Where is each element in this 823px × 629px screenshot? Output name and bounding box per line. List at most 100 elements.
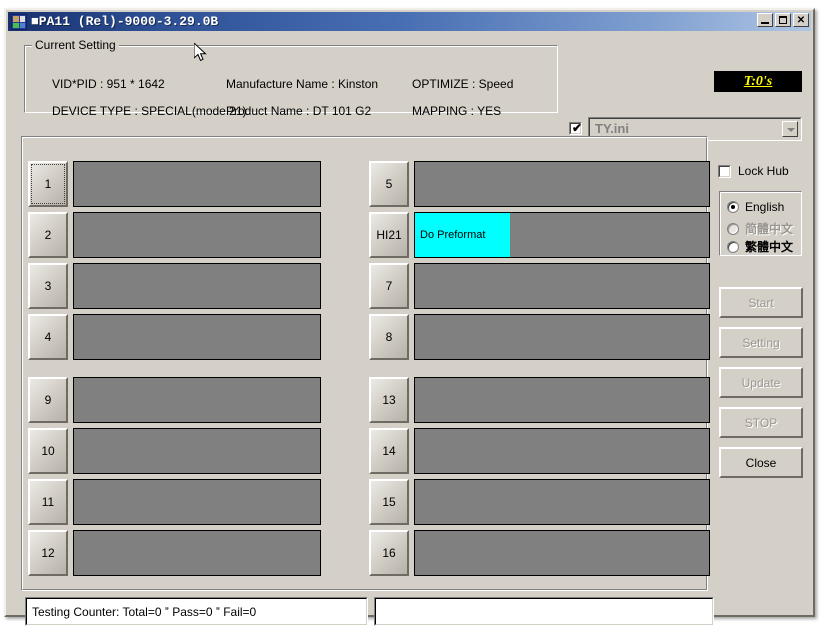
port-button-15[interactable]: 15 [369, 479, 409, 525]
minimize-button[interactable] [757, 13, 773, 27]
port-button-10[interactable]: 10 [28, 428, 68, 474]
port-button-11[interactable]: 11 [28, 479, 68, 525]
close-window-button[interactable]: ✕ [793, 13, 809, 27]
port-row: 3 [28, 263, 326, 309]
window-title: ■PA11 (Rel)-9000-3.29.0B [31, 14, 219, 29]
port-button-label: 7 [385, 279, 393, 293]
port-button-3[interactable]: 3 [28, 263, 68, 309]
language-option-0[interactable]: English [727, 200, 784, 214]
port-button-label: 11 [41, 495, 55, 509]
ini-enable-checkbox[interactable]: ✔ [569, 122, 582, 135]
radio-button[interactable] [727, 201, 739, 213]
port-status-display [414, 263, 710, 309]
port-button-14[interactable]: 14 [369, 428, 409, 474]
port-button-13[interactable]: 13 [369, 377, 409, 423]
port-button-8[interactable]: 8 [369, 314, 409, 360]
port-status-display [73, 428, 321, 474]
port-row: 9 [28, 377, 326, 423]
port-button-label: 8 [385, 330, 393, 344]
port-row: HI21 Do Preformat [369, 212, 715, 258]
radio-dot-icon [731, 205, 735, 209]
port-button-label: 4 [44, 330, 52, 344]
chevron-down-icon[interactable] [782, 121, 798, 137]
testing-counter-field: Testing Counter: Total=0 ˮ Pass=0 ˮ Fail… [25, 597, 368, 626]
port-row: 2 [28, 212, 326, 258]
message-text [375, 598, 713, 625]
current-setting-legend: Current Setting [32, 38, 119, 52]
port-button-label: 12 [41, 546, 55, 560]
timer-value: T:0's [743, 73, 773, 89]
stop-button: STOP [719, 407, 803, 438]
port-status-text: Do Preformat [415, 213, 510, 257]
language-option-label: 繁體中文 [745, 240, 794, 254]
port-button-2[interactable]: 2 [28, 212, 68, 258]
port-status-display [73, 263, 321, 309]
application-window: ■PA11 (Rel)-9000-3.29.0B ✕ Current Setti… [4, 8, 815, 626]
maximize-button[interactable] [775, 13, 791, 27]
port-status-display: Do Preformat [414, 212, 710, 258]
button-label: Start [748, 295, 774, 310]
language-option-2[interactable]: 繁體中文 [727, 238, 793, 255]
port-button-label: 15 [382, 495, 396, 509]
radio-button[interactable] [727, 240, 739, 253]
lock-hub-checkbox[interactable] [718, 164, 731, 178]
radio-button [727, 222, 739, 235]
setting-mapping: MAPPING : YES [412, 104, 502, 118]
port-row: 12 [28, 530, 326, 576]
port-status-display [414, 428, 710, 474]
port-button-5[interactable]: 5 [369, 161, 409, 207]
lock-hub-row[interactable]: Lock Hub [718, 164, 789, 178]
port-button-4[interactable]: 4 [28, 314, 68, 360]
port-status-display [73, 212, 321, 258]
port-button-12[interactable]: 12 [28, 530, 68, 576]
language-option-label: 简體中文 [745, 222, 794, 236]
port-status-display [414, 314, 710, 360]
port-button-16[interactable]: 16 [369, 530, 409, 576]
port-row: 16 [369, 530, 715, 576]
port-button-7[interactable]: 7 [369, 263, 409, 309]
port-row: 14 [369, 428, 715, 474]
port-button-label: 2 [44, 228, 52, 242]
close-button[interactable]: Close [719, 447, 803, 478]
button-label: Close [745, 455, 777, 470]
port-button-hi21[interactable]: HI21 [369, 212, 409, 258]
port-row: 4 [28, 314, 326, 360]
port-status-display [73, 161, 321, 207]
setting-product-name: Product Name : DT 101 G2 [226, 104, 372, 118]
port-button-label: 5 [385, 177, 393, 191]
port-row: 8 [369, 314, 715, 360]
port-button-label: 10 [41, 444, 55, 458]
close-icon: ✕ [796, 15, 806, 26]
button-label: Update [741, 375, 781, 390]
setting-manufacture-name: Manufacture Name : Kinston [226, 77, 379, 91]
port-status-display [414, 530, 710, 576]
ini-file-value: TY.ini [595, 121, 629, 136]
port-status-display [73, 530, 321, 576]
port-panel: 1 2 3 4 9 10 11 12 5 HI21 Do Preformat 7 8 13 14 15 16 [21, 136, 710, 591]
port-status-display [73, 479, 321, 525]
port-row: 15 [369, 479, 715, 525]
message-field [374, 597, 714, 626]
port-row: 11 [28, 479, 326, 525]
port-button-9[interactable]: 9 [28, 377, 68, 423]
port-button-label: 9 [44, 393, 52, 407]
update-button: Update [719, 367, 803, 398]
button-label: Setting [742, 335, 780, 350]
port-row: 5 [369, 161, 715, 207]
port-row: 7 [369, 263, 715, 309]
port-row: 13 [369, 377, 715, 423]
title-bar[interactable]: ■PA11 (Rel)-9000-3.29.0B ✕ [8, 12, 811, 31]
timer-display: T:0's [714, 71, 802, 92]
port-button-label: 16 [382, 546, 396, 560]
port-status-display [414, 479, 710, 525]
window-controls: ✕ [757, 13, 809, 27]
port-button-label: HI21 [376, 228, 402, 242]
language-options: English 简體中文繁體中文 [719, 191, 802, 256]
checkmark-icon: ✔ [572, 121, 583, 135]
port-button-1[interactable]: 1 [28, 161, 68, 207]
app-icon [11, 13, 27, 30]
port-status-display [73, 314, 321, 360]
button-label: STOP [744, 415, 778, 430]
setting-button: Setting [719, 327, 803, 358]
port-button-label: 14 [382, 444, 396, 458]
